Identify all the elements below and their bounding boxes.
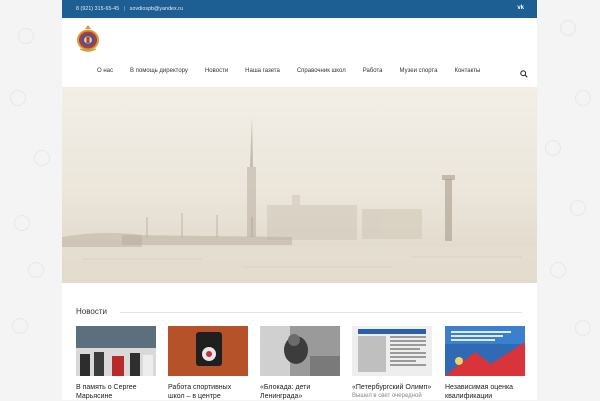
nav-item-news[interactable]: Новости [205, 68, 228, 74]
news-caption[interactable]: В память о Сергее Марьясине [76, 383, 156, 401]
vk-icon[interactable]: vk [517, 5, 524, 11]
nav-item-school-directory[interactable]: Справочник школ [297, 68, 346, 74]
nav-item-jobs[interactable]: Работа [363, 68, 383, 74]
search-glyph [520, 70, 528, 78]
nav-item-about[interactable]: О нас [97, 68, 113, 74]
city-panorama-image [62, 87, 537, 283]
news-card[interactable]: Независимая оценка квалификации [445, 326, 525, 401]
separator: | [123, 6, 126, 12]
news-card[interactable]: «Блокада: дети Ленинграда» [260, 326, 340, 401]
background-pattern-icon [575, 90, 591, 106]
news-photo-3 [260, 326, 340, 376]
emblem-logo[interactable] [76, 24, 100, 52]
search-icon[interactable] [520, 65, 530, 78]
page-container: 8 (921) 315-65-45 | sovdiospb@yandex.ru … [62, 0, 537, 400]
news-card[interactable]: «Петербургский Олимп» Вышел в свет очере… [352, 326, 432, 400]
contact-info: 8 (921) 315-65-45 | sovdiospb@yandex.ru [76, 6, 183, 12]
news-excerpt: Вышел в свет очередной [352, 393, 422, 399]
news-thumbnail[interactable] [260, 326, 340, 376]
background-pattern-icon [14, 215, 30, 231]
news-card[interactable]: Работа спортивных школ – в центре [168, 326, 248, 401]
top-bar: 8 (921) 315-65-45 | sovdiospb@yandex.ru … [62, 0, 537, 18]
news-thumbnail[interactable] [445, 326, 525, 376]
phone-number[interactable]: 8 (921) 315-65-45 [76, 6, 119, 12]
background-pattern-icon [550, 262, 566, 278]
background-pattern-icon [570, 200, 586, 216]
section-divider [120, 312, 522, 313]
news-photo-4 [352, 326, 432, 376]
news-caption[interactable]: Работа спортивных школ – в центре [168, 383, 248, 401]
background-pattern-icon [560, 20, 576, 36]
background-pattern-icon [18, 28, 34, 44]
email-link[interactable]: sovdiospb@yandex.ru [130, 6, 183, 12]
news-thumbnail[interactable] [352, 326, 432, 376]
news-section-title: Новости [76, 307, 107, 316]
background-pattern-icon [10, 90, 26, 106]
background-pattern-icon [545, 140, 561, 156]
background-pattern-icon [34, 150, 50, 166]
news-photo-2 [168, 326, 248, 376]
news-card[interactable]: В память о Сергее Марьясине [76, 326, 156, 401]
main-navigation: О нас В помощь директору Новости Наша га… [97, 64, 528, 78]
background-pattern-icon [28, 262, 44, 278]
news-caption[interactable]: Независимая оценка квалификации [445, 383, 525, 401]
news-photo-1 [76, 326, 156, 376]
news-caption[interactable]: «Блокада: дети Ленинграда» [260, 383, 340, 401]
nav-item-contacts[interactable]: Контакты [454, 68, 480, 74]
emblem-logo-icon [77, 25, 99, 52]
nav-item-sport-museums[interactable]: Музеи спорта [400, 68, 438, 74]
nav-item-director-help[interactable]: В помощь директору [130, 68, 188, 74]
news-thumbnail[interactable] [76, 326, 156, 376]
background-pattern-icon [12, 318, 28, 334]
news-photo-5 [445, 326, 525, 376]
hero-banner [62, 87, 537, 283]
background-pattern-icon [575, 320, 591, 336]
news-thumbnail[interactable] [168, 326, 248, 376]
news-caption[interactable]: «Петербургский Олимп» [352, 383, 432, 392]
nav-item-newspaper[interactable]: Наша газета [245, 68, 280, 74]
